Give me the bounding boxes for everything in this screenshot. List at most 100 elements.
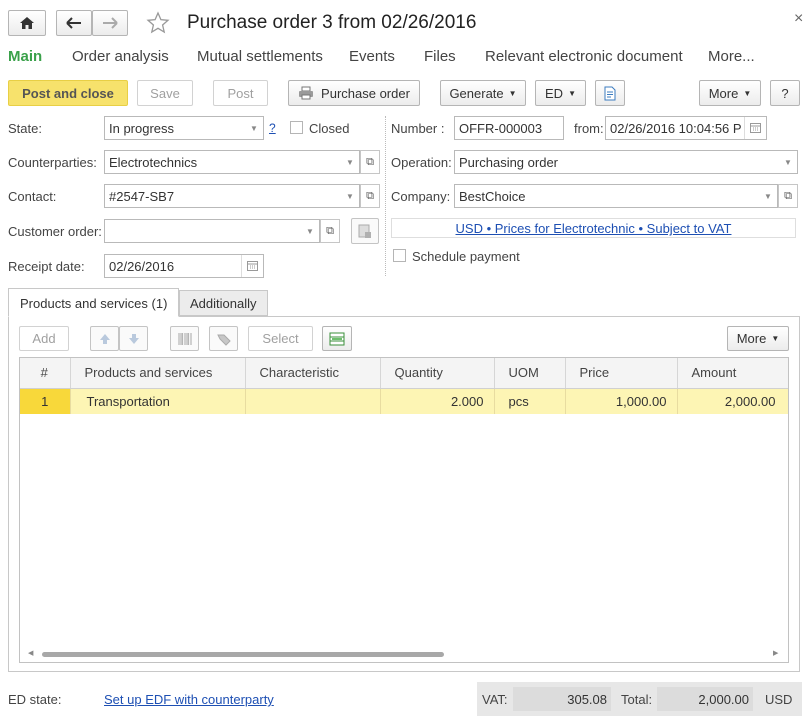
- date-time-field[interactable]: 02/26/2016 10:04:56 P: [605, 116, 767, 140]
- document-report-button[interactable]: [595, 80, 625, 106]
- arrow-up-icon: [99, 333, 110, 344]
- company-label: Company:: [391, 189, 451, 204]
- scrollbar-thumb[interactable]: [42, 652, 444, 657]
- cell-uom[interactable]: pcs: [494, 388, 566, 414]
- purchase-order-print-button[interactable]: Purchase order: [288, 80, 420, 106]
- tab-files[interactable]: Files: [424, 48, 456, 65]
- prices-and-currency-panel: USD • Prices for Electrotechnic • Subjec…: [391, 218, 796, 238]
- tab-products-and-services[interactable]: Products and services (1): [8, 288, 179, 317]
- select-button[interactable]: Select: [248, 326, 313, 351]
- open-window-icon: ⧉: [326, 224, 334, 237]
- open-customer-order-button[interactable]: ⧉: [320, 219, 340, 243]
- add-row-button[interactable]: Add: [19, 326, 69, 351]
- cell-amount[interactable]: 2,000.00: [677, 388, 788, 414]
- closed-checkbox[interactable]: [290, 121, 303, 134]
- save-button[interactable]: Save: [137, 80, 193, 106]
- contact-field[interactable]: #2547-SB7 ▼: [104, 184, 360, 208]
- tab-more[interactable]: More...: [708, 48, 755, 65]
- help-button[interactable]: ?: [770, 80, 800, 106]
- cell-number[interactable]: 1: [20, 388, 71, 414]
- number-field[interactable]: OFFR-000003: [454, 116, 564, 140]
- table-more-button[interactable]: More ▼: [727, 326, 789, 351]
- barcode-button[interactable]: [170, 326, 199, 351]
- fill-by-order-button[interactable]: [351, 218, 379, 244]
- home-button[interactable]: [8, 10, 46, 36]
- cell-price[interactable]: 1,000.00: [565, 388, 678, 414]
- dropdown-arrow-icon[interactable]: ▼: [341, 151, 359, 173]
- post-button[interactable]: Post: [213, 80, 268, 106]
- ed-label: ED: [545, 85, 564, 101]
- column-header-products[interactable]: Products and services: [70, 358, 246, 389]
- more-actions-button[interactable]: More ▼: [699, 80, 761, 106]
- tab-events[interactable]: Events: [349, 48, 395, 65]
- ed-button[interactable]: ED ▼: [535, 80, 586, 106]
- schedule-payment-checkbox[interactable]: [393, 249, 406, 262]
- generate-button[interactable]: Generate ▼: [440, 80, 526, 106]
- operation-field[interactable]: Purchasing order ▼: [454, 150, 798, 174]
- dropdown-arrow-icon[interactable]: ▼: [779, 151, 797, 173]
- move-up-button[interactable]: [90, 326, 119, 351]
- open-counterparty-button[interactable]: ⧉: [360, 150, 380, 174]
- tab-additionally[interactable]: Additionally: [179, 290, 268, 316]
- tab-relevant-electronic-document[interactable]: Relevant electronic document: [485, 48, 683, 65]
- dropdown-arrow-icon[interactable]: ▼: [245, 117, 263, 139]
- from-label: from:: [574, 121, 604, 136]
- column-header-number[interactable]: #: [20, 358, 71, 389]
- receipt-date-field[interactable]: 02/26/2016: [104, 254, 264, 278]
- receipt-date-value: 02/26/2016: [109, 259, 175, 274]
- prices-and-currency-link[interactable]: USD • Prices for Electrotechnic • Subjec…: [456, 221, 732, 236]
- dropdown-arrow-icon[interactable]: ▼: [301, 220, 319, 242]
- company-field[interactable]: BestChoice ▼: [454, 184, 778, 208]
- dropdown-arrow-icon[interactable]: ▼: [341, 185, 359, 207]
- column-header-amount[interactable]: Amount: [677, 358, 788, 389]
- favorite-star-button[interactable]: [146, 11, 170, 38]
- column-header-quantity[interactable]: Quantity: [380, 358, 495, 389]
- arrow-down-icon: [128, 333, 139, 344]
- table-settings-icon: [329, 332, 345, 345]
- scroll-right-icon[interactable]: ▶: [773, 649, 778, 657]
- cell-quantity[interactable]: 2.000: [380, 388, 495, 414]
- home-icon: [20, 17, 34, 29]
- open-window-icon: ⧉: [366, 155, 374, 168]
- currency-label: USD: [765, 692, 793, 707]
- tab-mutual-settlements[interactable]: Mutual settlements: [197, 48, 323, 65]
- column-header-uom[interactable]: UOM: [494, 358, 566, 389]
- table-header-row: # Products and services Characteristic Q…: [20, 358, 788, 389]
- contact-label: Contact:: [8, 189, 57, 204]
- open-company-button[interactable]: ⧉: [778, 184, 798, 208]
- state-help-link[interactable]: ?: [269, 121, 276, 135]
- post-and-close-button[interactable]: Post and close: [8, 80, 128, 106]
- calendar-icon[interactable]: [744, 117, 766, 139]
- state-field[interactable]: In progress ▼: [104, 116, 264, 140]
- back-button[interactable]: [56, 10, 92, 36]
- tag-icon: [216, 334, 231, 346]
- tab-main[interactable]: Main: [8, 48, 42, 65]
- more-label: More: [708, 85, 739, 101]
- horizontal-scrollbar[interactable]: ◀ ▶: [20, 646, 788, 662]
- forward-button[interactable]: [92, 10, 128, 36]
- column-header-characteristic[interactable]: Characteristic: [245, 358, 381, 389]
- page-title: Purchase order 3 from 02/26/2016: [187, 12, 477, 33]
- counterparties-field[interactable]: Electrotechnics ▼: [104, 150, 360, 174]
- calendar-icon[interactable]: [241, 255, 263, 277]
- dropdown-arrow-icon[interactable]: ▼: [759, 185, 777, 207]
- close-icon[interactable]: ×: [794, 10, 803, 28]
- contact-value: #2547-SB7: [109, 189, 175, 204]
- setup-edf-link[interactable]: Set up EDF with counterparty: [104, 692, 274, 707]
- move-down-button[interactable]: [119, 326, 148, 351]
- dropdown-arrow-icon: ▼: [771, 334, 780, 343]
- tab-order-analysis[interactable]: Order analysis: [72, 48, 169, 65]
- scroll-left-icon[interactable]: ◀: [28, 649, 33, 657]
- operation-label: Operation:: [391, 155, 452, 170]
- open-contact-button[interactable]: ⧉: [360, 184, 380, 208]
- discount-button[interactable]: [209, 326, 238, 351]
- table-more-label: More: [736, 331, 767, 346]
- cell-product[interactable]: Transportation: [70, 388, 246, 414]
- vat-value: 305.08: [513, 687, 611, 711]
- column-header-price[interactable]: Price: [565, 358, 678, 389]
- customer-order-field[interactable]: ▼: [104, 219, 320, 243]
- cell-characteristic[interactable]: [245, 388, 381, 414]
- barcode-icon: [177, 332, 192, 345]
- grid-settings-button[interactable]: [322, 326, 352, 351]
- table-row[interactable]: 1 Transportation 2.000 pcs 1,000.00 2,00…: [20, 388, 788, 414]
